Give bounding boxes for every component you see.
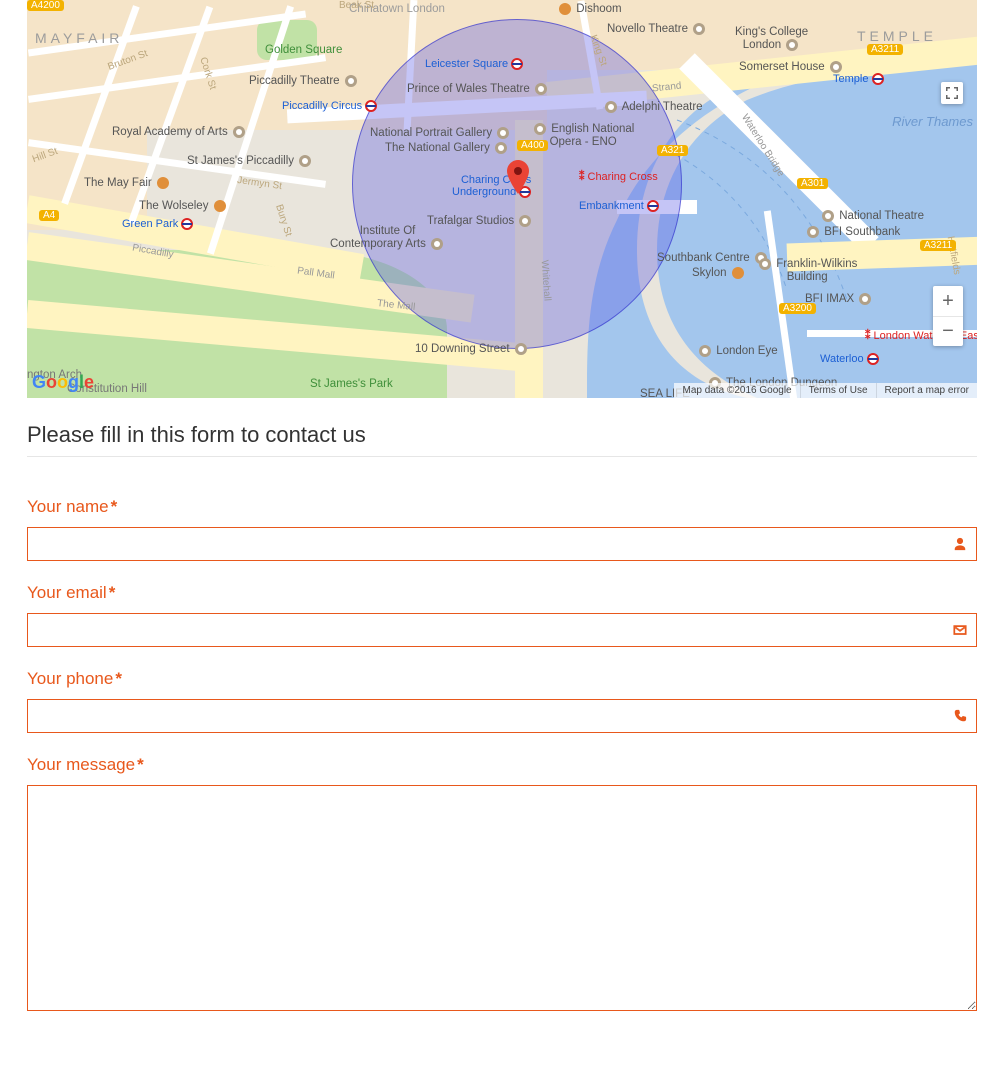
title-divider	[27, 456, 977, 457]
poi-london-eye: London Eye	[697, 345, 778, 358]
fullscreen-button[interactable]	[941, 82, 963, 104]
roadnum-a3200: A3200	[779, 303, 816, 314]
label-name: Your name*	[27, 497, 977, 517]
poi-npg: National Portrait Gallery	[370, 127, 511, 140]
road-beak: Beak St	[339, 0, 374, 11]
poi-national-theatre: National Theatre	[820, 210, 924, 223]
form-title: Please fill in this form to contact us	[27, 422, 977, 448]
user-icon	[952, 536, 968, 552]
poi-novello: Novello Theatre	[607, 23, 707, 36]
poi-royal-academy: Royal Academy of Arts	[112, 126, 247, 139]
station-green-park: Green Park	[122, 218, 193, 230]
label-email: Your email*	[27, 583, 977, 603]
label-message: Your message*	[27, 755, 977, 775]
map[interactable]: MAYFAIR TEMPLE Chinatown London Golden S…	[27, 0, 977, 398]
station-leicester-sq: Leicester Square	[425, 58, 523, 70]
zoom-in-button[interactable]: +	[933, 286, 963, 316]
envelope-icon	[952, 622, 968, 638]
poi-adelphi: Adelphi Theatre	[603, 101, 703, 114]
poi-bfi-southbank: BFI Southbank	[805, 226, 900, 239]
input-message[interactable]	[27, 785, 977, 1011]
station-temple: Temple	[833, 73, 884, 85]
contact-form: Please fill in this form to contact us Y…	[0, 398, 1004, 1068]
google-logo: Google	[32, 372, 94, 393]
map-marker[interactable]	[507, 160, 529, 194]
poi-ica: Institute Of Contemporary Arts	[330, 225, 445, 251]
roadnum-a321: A321	[657, 145, 688, 156]
credit-data: Map data ©2016 Google	[674, 383, 799, 398]
field-name: Your name*	[27, 497, 977, 561]
credit-terms[interactable]: Terms of Use	[800, 383, 876, 398]
poi-franklin-wilkins: Franklin-Wilkins Building	[757, 258, 857, 284]
credit-report[interactable]: Report a map error	[876, 383, 977, 398]
zoom-control: + −	[933, 286, 963, 346]
roadnum-a4: A4	[39, 210, 59, 221]
roadnum-a3211l: A3211	[867, 44, 903, 55]
map-credits: Map data ©2016 Google Terms of Use Repor…	[674, 383, 977, 398]
poi-prince-wales: Prince of Wales Theatre	[407, 83, 549, 96]
poi-dishoom: Dishoom	[557, 3, 622, 16]
poi-golden-square: Golden Square	[265, 44, 342, 57]
roadnum-a3211r: A3211	[920, 240, 956, 251]
input-email[interactable]	[27, 613, 977, 647]
poi-kings-college: King's College London	[735, 26, 808, 52]
station-waterloo: Waterloo	[820, 353, 879, 365]
label-phone: Your phone*	[27, 669, 977, 689]
poi-thames: River Thames	[892, 115, 973, 130]
zoom-out-button[interactable]: −	[933, 316, 963, 346]
roadnum-a400: A400	[517, 140, 548, 151]
field-message: Your message*	[27, 755, 977, 1016]
district-temple: TEMPLE	[857, 28, 937, 44]
station-piccadilly-circus: Piccadilly Circus	[282, 100, 377, 112]
input-phone[interactable]	[27, 699, 977, 733]
poi-may-fair: The May Fair	[84, 177, 171, 190]
station-charing-rail: Charing Cross	[579, 170, 658, 183]
roadnum-a4200: A4200	[27, 0, 64, 11]
input-name[interactable]	[27, 527, 977, 561]
poi-somerset: Somerset House	[739, 61, 844, 74]
poi-downing: 10 Downing Street	[415, 343, 529, 356]
field-phone: Your phone*	[27, 669, 977, 733]
roadnum-a301: A301	[797, 178, 828, 189]
poi-skylon: Skylon	[692, 267, 746, 280]
poi-piccadilly-theatre: Piccadilly Theatre	[249, 75, 359, 88]
district-mayfair: MAYFAIR	[35, 30, 123, 46]
station-embankment: Embankment	[579, 200, 659, 212]
poi-southbank-centre: Southbank Centre	[657, 252, 769, 265]
field-email: Your email*	[27, 583, 977, 647]
poi-wolseley: The Wolseley	[139, 200, 228, 213]
poi-st-james-park: St James's Park	[310, 378, 393, 391]
poi-ng: The National Gallery	[385, 142, 509, 155]
phone-icon	[952, 708, 968, 724]
poi-st-james-piccadilly: St James's Piccadilly	[187, 155, 313, 168]
